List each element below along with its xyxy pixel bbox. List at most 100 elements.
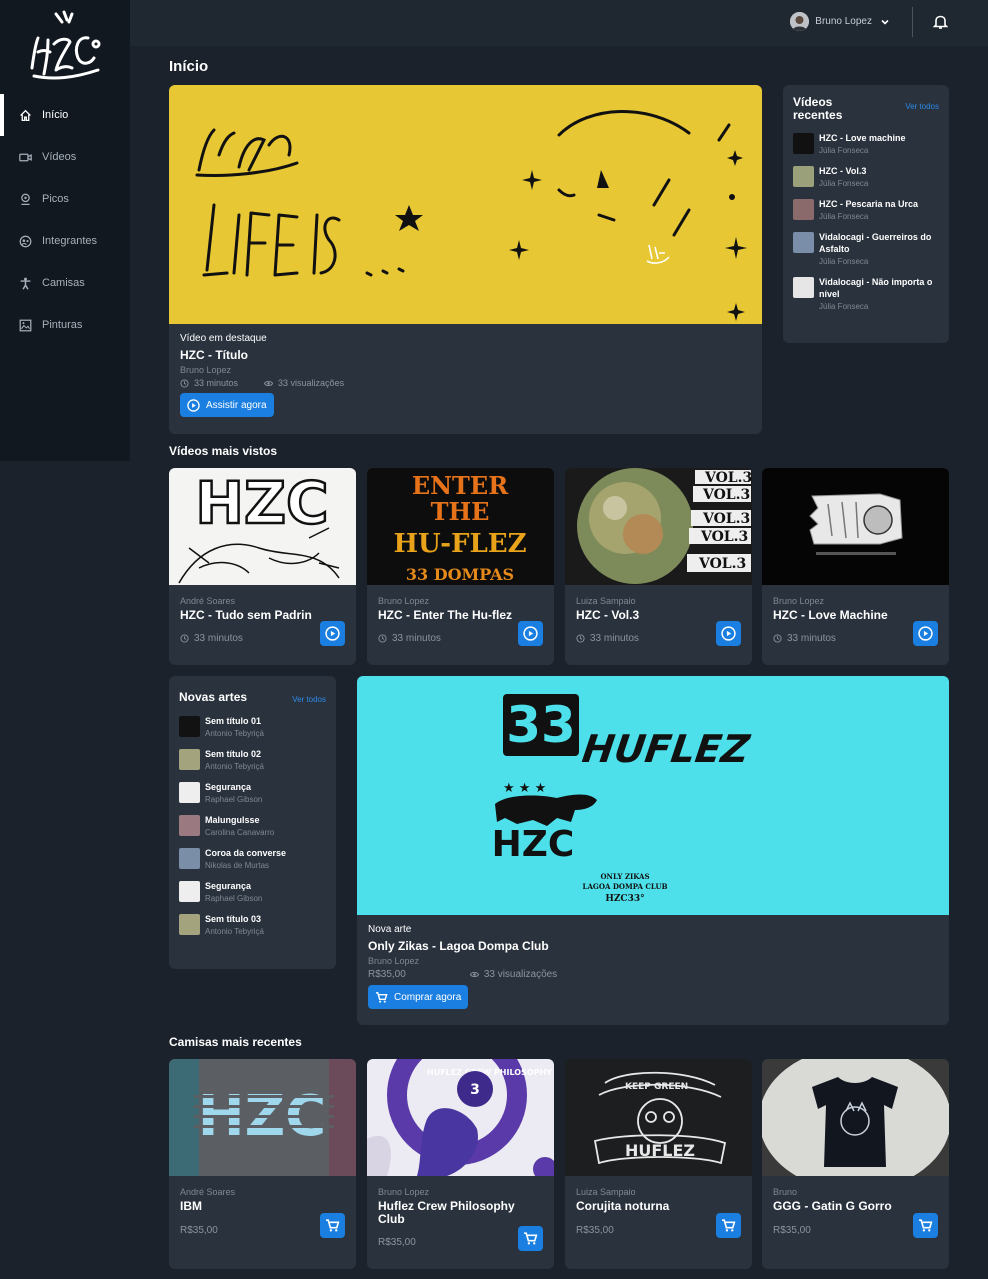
video-thumbnail[interactable]: VOL.3 VOL.3 VOL.3 VOL.3 VOL.3 xyxy=(565,468,752,585)
list-item-author: Raphael Gibson xyxy=(205,894,263,903)
video-card[interactable]: ENTER THE HU-FLEZ 33 DOMPAS Bruno Lopez … xyxy=(367,468,554,665)
list-item-author: Carolina Canavarro xyxy=(205,828,275,837)
thumb-illustration: VOL.3 VOL.3 VOL.3 VOL.3 VOL.3 xyxy=(577,468,752,584)
page-title: Início xyxy=(169,58,209,75)
video-thumbnail[interactable] xyxy=(762,468,949,585)
buy-now-button[interactable]: Comprar agora xyxy=(368,985,469,1009)
shirt-thumbnail[interactable] xyxy=(762,1059,949,1176)
list-item[interactable]: Sem título 01 Antonio Tebyriçá xyxy=(179,715,326,738)
play-button[interactable] xyxy=(913,621,938,646)
card-duration: 33 minutos xyxy=(194,633,243,644)
shirt-thumbnail[interactable]: HZC xyxy=(169,1059,356,1176)
card-author: André Soares xyxy=(180,596,236,606)
add-to-cart-button[interactable] xyxy=(716,1213,741,1238)
card-title[interactable]: Corujita noturna xyxy=(576,1200,741,1213)
chevron-down-icon xyxy=(881,19,889,25)
sidebar-item-label: Vídeos xyxy=(42,151,77,163)
card-title[interactable]: HZC - Enter The Hu-flez xyxy=(378,609,543,622)
list-item[interactable]: Coroa da converse Nikolas de Murtas xyxy=(179,847,326,870)
add-to-cart-button[interactable] xyxy=(913,1213,938,1238)
featured-title[interactable]: HZC - Título xyxy=(180,348,751,362)
list-item[interactable]: Sem título 02 Antonio Tebyriçá xyxy=(179,748,326,771)
art-hzc: HZC xyxy=(492,824,575,865)
list-item[interactable]: Vidalocagi - Guerreiros do Asfalto Júlia … xyxy=(793,231,939,266)
list-item[interactable]: HZC - Pescaria na Urca Júlia Fonseca xyxy=(793,198,939,221)
card-author: Luiza Sampaio xyxy=(576,1187,636,1197)
art-title[interactable]: Only Zikas - Lagoa Dompa Club xyxy=(368,939,938,953)
card-title[interactable]: HZC - Love Machine xyxy=(773,609,938,622)
cart-icon xyxy=(326,1219,340,1232)
card-title[interactable]: Huflez Crew Philosophy Club xyxy=(378,1200,543,1226)
thumb-illustration: KEEP GREEN HUFLEZ xyxy=(593,1071,727,1165)
list-item-author: Júlia Fonseca xyxy=(819,302,869,311)
list-item-author: Júlia Fonseca xyxy=(819,179,869,188)
card-price: R$35,00 xyxy=(180,1225,218,1236)
play-icon xyxy=(325,626,340,641)
sidebar-item-pinturas[interactable]: Pinturas xyxy=(0,304,130,346)
play-icon xyxy=(523,626,538,641)
shirt-thumbnail[interactable]: HUFLEZ CREW PHILOSOPHY CLUB 3 xyxy=(367,1059,554,1176)
featured-thumbnail[interactable] xyxy=(169,85,762,324)
card-title[interactable]: HZC - Vol.3 xyxy=(576,609,741,622)
shirt-text: HUFLEZ CREW PHILOSOPHY CLUB xyxy=(427,1068,554,1077)
user-menu[interactable]: Bruno Lopez xyxy=(790,12,890,31)
play-button[interactable] xyxy=(518,621,543,646)
shirt-thumbnail[interactable]: KEEP GREEN HUFLEZ xyxy=(565,1059,752,1176)
featured-duration: 33 minutos xyxy=(194,378,239,388)
card-title[interactable]: HZC - Tudo sem Padrin xyxy=(180,609,345,622)
sidebar-item-camisas[interactable]: Camisas xyxy=(0,262,130,304)
sidebar-item-integrantes[interactable]: Integrantes xyxy=(0,220,130,262)
play-button[interactable] xyxy=(320,621,345,646)
video-thumbnail[interactable]: HZC xyxy=(169,468,356,585)
card-title[interactable]: IBM xyxy=(180,1200,345,1213)
shirt-card[interactable]: Bruno GGG - Gatin G Gorro R$35,00 xyxy=(762,1059,949,1269)
list-item[interactable]: Sem título 03 Antonio Tebyriçá xyxy=(179,913,326,936)
list-item[interactable]: HZC - Love machine Júlia Fonseca xyxy=(793,132,939,155)
add-to-cart-button[interactable] xyxy=(518,1226,543,1251)
list-item-title: HZC - Pescaria na Urca xyxy=(819,199,919,209)
list-item-thumbnail xyxy=(179,914,200,935)
sidebar-item-inicio[interactable]: Início xyxy=(0,94,130,136)
thumb-illustration: HZC xyxy=(169,1059,356,1176)
art-badge: 33 xyxy=(506,696,576,754)
list-item[interactable]: Segurança Raphael Gibson xyxy=(179,880,326,903)
card-title[interactable]: GGG - Gatin G Gorro xyxy=(773,1200,938,1213)
watch-now-button[interactable]: Assistir agora xyxy=(180,393,274,417)
list-item[interactable]: HZC - Vol.3 Júlia Fonseca xyxy=(793,165,939,188)
add-to-cart-button[interactable] xyxy=(320,1213,345,1238)
sidebar-item-label: Picos xyxy=(42,193,69,205)
art-thumbnail[interactable]: 33 HUFLEZ ★ ★ ★ HZC ONLY ZIKAS LAGOA DOM… xyxy=(357,676,949,915)
art-views: 33 visualizações xyxy=(483,969,558,980)
shirt-card[interactable]: HUFLEZ CREW PHILOSOPHY CLUB 3 Bruno Lope… xyxy=(367,1059,554,1269)
video-card[interactable]: Bruno Lopez HZC - Love Machine 33 minuto… xyxy=(762,468,949,665)
list-item[interactable]: Segurança Raphael Gibson xyxy=(179,781,326,804)
video-card[interactable]: HZC André Soares HZC - Tudo sem Padrin 3… xyxy=(169,468,356,665)
thumb-illustration xyxy=(762,1059,949,1176)
card-duration: 33 minutos xyxy=(590,633,639,644)
hzc-logo[interactable] xyxy=(24,8,106,86)
list-item[interactable]: Vidalocagi - Não importa o nível Júlia Fo… xyxy=(793,276,939,311)
topbar: Bruno Lopez xyxy=(130,0,988,46)
card-author: Bruno Lopez xyxy=(773,596,825,606)
video-card[interactable]: VOL.3 VOL.3 VOL.3 VOL.3 VOL.3 Luiza Samp… xyxy=(565,468,752,665)
bell-icon[interactable] xyxy=(933,14,948,30)
video-thumbnail[interactable]: ENTER THE HU-FLEZ 33 DOMPAS xyxy=(367,468,554,585)
sidebar-item-label: Camisas xyxy=(42,277,85,289)
new-arts-see-all[interactable]: Ver todos xyxy=(292,695,326,704)
shirts-heading: Camisas mais recentes xyxy=(169,1035,302,1049)
recent-videos-see-all[interactable]: Ver todos xyxy=(905,102,939,111)
shirt-card[interactable]: HZC André Soares IBM R$35,00 xyxy=(169,1059,356,1269)
list-item-author: Antonio Tebyriçá xyxy=(205,927,264,936)
person-icon xyxy=(18,276,32,290)
list-item-title: Vidalocagi - Não importa o nível xyxy=(819,277,933,299)
sidebar-item-picos[interactable]: Picos xyxy=(0,178,130,220)
thumb-illustration: HUFLEZ CREW PHILOSOPHY CLUB 3 xyxy=(367,1059,554,1176)
play-button[interactable] xyxy=(716,621,741,646)
shirt-card[interactable]: KEEP GREEN HUFLEZ Luiza Sampaio Corujita… xyxy=(565,1059,752,1269)
featured-art: 33 HUFLEZ ★ ★ ★ HZC ONLY ZIKAS LAGOA DOM… xyxy=(357,676,949,1025)
list-item-thumbnail xyxy=(793,166,814,187)
list-item[interactable]: Malungulsse Carolina Canavarro xyxy=(179,814,326,837)
sidebar-item-videos[interactable]: Vídeos xyxy=(0,136,130,178)
thumb-illustration: ENTER THE HU-FLEZ 33 DOMPAS xyxy=(393,471,526,584)
list-item-thumbnail xyxy=(179,848,200,869)
